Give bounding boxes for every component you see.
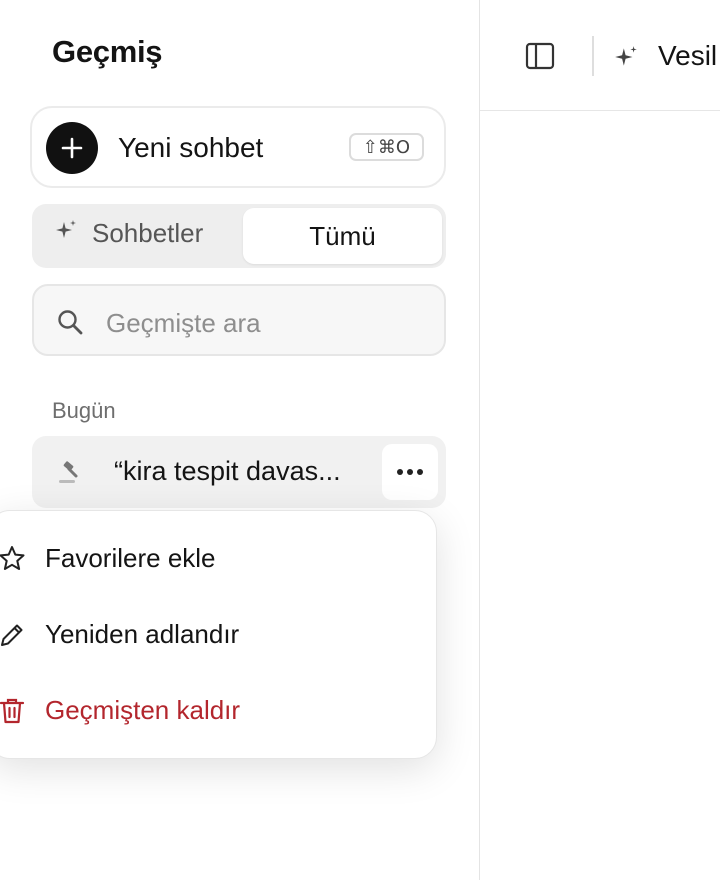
sparkle-icon: [613, 44, 639, 75]
menu-item-favorite-label: Favorilere ekle: [45, 543, 216, 573]
pencil-icon: [0, 620, 27, 655]
toggle-sidebar-icon[interactable]: [524, 40, 556, 77]
search-input[interactable]: [104, 302, 428, 344]
tab-all[interactable]: Tümü: [243, 208, 442, 264]
tab-chats[interactable]: Sohbetler: [54, 218, 203, 249]
sparkle-icon: [54, 218, 78, 249]
main-header: Vesil: [480, 0, 720, 111]
history-filter-tabs: Sohbetler Tümü: [32, 204, 446, 268]
ellipsis-icon: [397, 469, 423, 475]
tab-chats-label: Sohbetler: [92, 218, 204, 248]
model-selector[interactable]: Vesil: [658, 40, 717, 72]
section-label-today: Bugün: [52, 398, 116, 423]
sidebar-title: Geçmiş: [52, 34, 163, 69]
star-icon: [0, 544, 27, 579]
search-icon: [56, 308, 84, 341]
menu-item-remove-label: Geçmişten kaldır: [45, 695, 241, 725]
gavel-icon: [56, 458, 84, 491]
plus-icon: [46, 122, 98, 174]
tab-all-label: Tümü: [309, 220, 376, 251]
trash-icon: [0, 696, 27, 731]
menu-item-favorite[interactable]: Favorilere ekle: [0, 529, 438, 589]
menu-item-rename[interactable]: Yeniden adlandır: [0, 605, 438, 665]
history-search: [32, 284, 446, 356]
chat-history-item-title: “kira tespit davas...: [114, 456, 341, 486]
menu-item-rename-label: Yeniden adlandır: [45, 619, 240, 649]
chat-history-item[interactable]: “kira tespit davas...: [32, 436, 446, 508]
menu-item-remove[interactable]: Geçmişten kaldır: [0, 681, 438, 741]
new-chat-label: Yeni sohbet: [118, 132, 264, 163]
keyboard-shortcut-badge: ⇧⌘O: [348, 133, 424, 161]
new-chat-button[interactable]: Yeni sohbet ⇧⌘O: [30, 106, 446, 188]
header-divider: [592, 36, 594, 76]
more-options-button[interactable]: [382, 444, 438, 500]
chat-context-menu: Favorilere ekle Yeniden adlandır Geçmişt…: [0, 510, 437, 759]
